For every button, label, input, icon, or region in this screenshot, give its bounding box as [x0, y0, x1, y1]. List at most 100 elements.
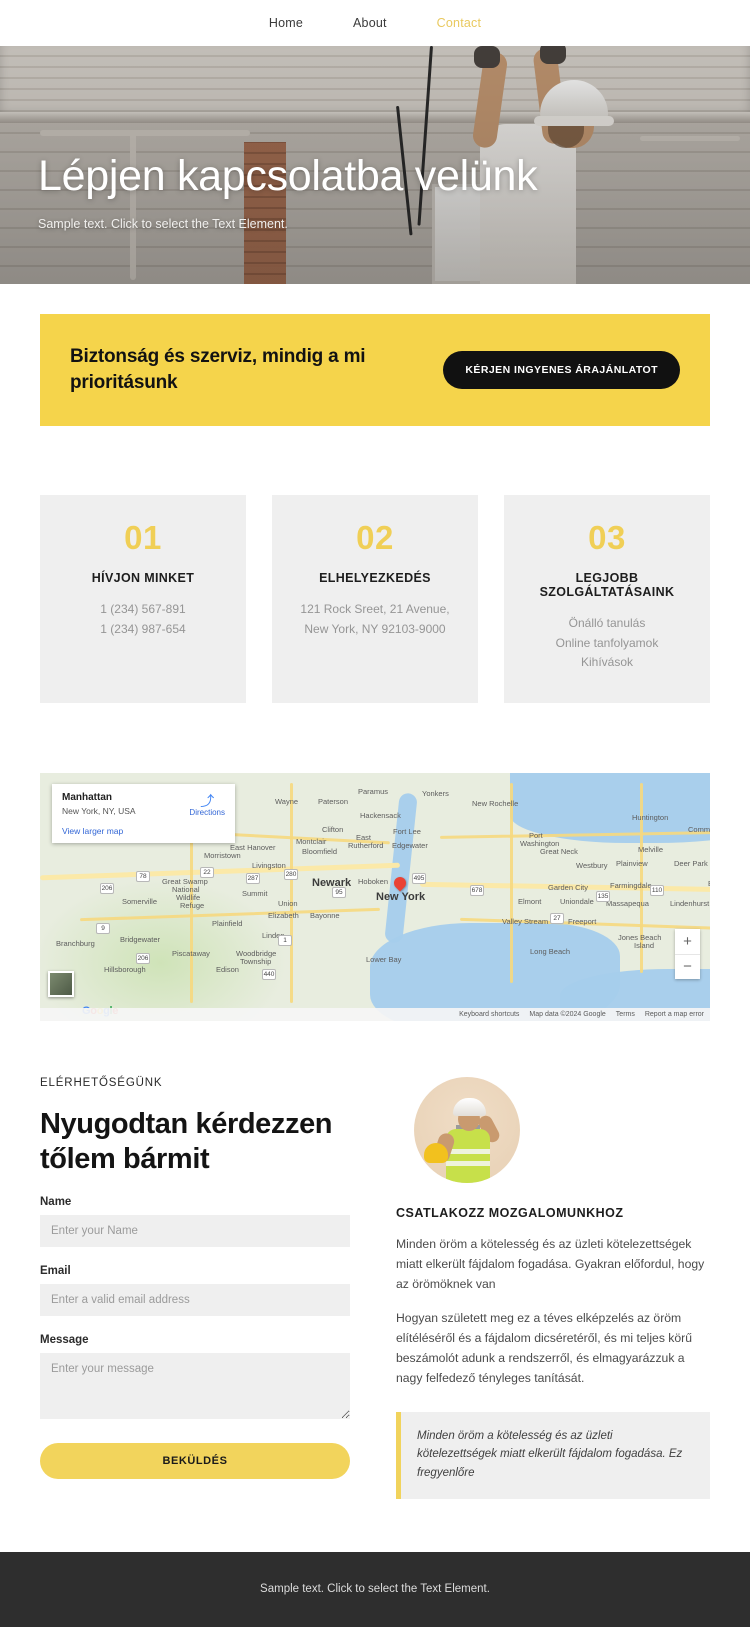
message-textarea[interactable]	[40, 1352, 350, 1419]
map-label: New Rochelle	[472, 798, 519, 808]
map-label: Fort Lee	[393, 826, 421, 836]
info-card-location: 02 ELHELYEZKEDÉS 121 Rock Sreet, 21 Aven…	[272, 495, 478, 703]
info-cards-row: 01 HÍVJON MINKET 1 (234) 567-891 1 (234)…	[0, 426, 750, 703]
card-title: LEGJOBB SZOLGÁLTATÁSAINK	[539, 571, 675, 600]
avatar-vest-stripe	[446, 1160, 490, 1166]
contact-eyebrow: ELÉRHETŐSÉGÜNK	[40, 1076, 163, 1089]
google-map[interactable]: Manhattan New York, NY, USA View larger …	[40, 772, 710, 1021]
map-zoom-in-button[interactable]: +	[675, 929, 700, 954]
request-free-quote-button[interactable]: KÉRJEN INGYENES ÁRAJÁNLATOT	[443, 351, 680, 390]
map-route-shield: 27	[550, 912, 564, 924]
map-label: Farmingdale	[610, 880, 652, 890]
map-label: Huntington	[632, 812, 669, 822]
map-zoom-controls: + −	[675, 928, 700, 979]
map-label: Paterson	[318, 796, 349, 806]
map-road	[510, 782, 513, 983]
card-number: 02	[356, 519, 394, 557]
page-footer: Sample text. Click to select the Text El…	[0, 1551, 750, 1627]
keyboard-shortcuts-link[interactable]: Keyboard shortcuts	[459, 1011, 519, 1018]
map-route-shield: 280	[284, 868, 298, 880]
map-route-shield: 206	[136, 952, 150, 964]
map-route-shield: 135	[596, 890, 610, 902]
map-label: Hoboken	[358, 876, 389, 886]
map-label: Yonkers	[422, 788, 449, 798]
card-title: ELHELYEZKEDÉS	[319, 571, 431, 586]
view-larger-map-link[interactable]: View larger map	[62, 826, 225, 836]
map-road	[290, 782, 293, 1003]
nav-item-about[interactable]: About	[353, 16, 387, 30]
map-label: Summit	[242, 888, 268, 898]
form-field-email: Email	[40, 1265, 350, 1316]
map-label: Lindenhurst	[670, 898, 710, 908]
cta-banner: Biztonság és szerviz, mindig a mi priori…	[40, 314, 710, 427]
map-label: Clifton	[322, 824, 344, 834]
map-footer-bar: Keyboard shortcuts Map data ©2024 Google…	[40, 1007, 710, 1021]
map-label: Commack	[688, 824, 710, 834]
name-input[interactable]	[40, 1214, 350, 1247]
report-map-error-link[interactable]: Report a map error	[645, 1011, 704, 1018]
map-label: Long Beach	[530, 946, 571, 956]
hero-content: Lépjen kapcsolatba velünk Sample text. C…	[38, 153, 710, 231]
paragraph-2: Hogyan született meg ez a téves elképzel…	[396, 1310, 693, 1385]
map-label: Uniondale	[560, 896, 594, 906]
nav-item-contact[interactable]: Contact	[437, 16, 481, 30]
contact-heading: Nyugodtan kérdezzen tőlem bármit	[40, 1107, 333, 1176]
map-label: Bridgewater	[120, 934, 161, 944]
map-route-shield: 95	[332, 886, 346, 898]
directions-arrow-icon: ⤴	[200, 792, 215, 809]
nav-item-home[interactable]: Home	[269, 16, 303, 30]
card-line: 1 (234) 987-654	[100, 621, 186, 636]
join-movement-heading: CSATLAKOZZ MOZGALOMUNKHOZ	[396, 1205, 624, 1220]
map-label: Montclair	[296, 836, 327, 846]
map-route-shield: 1	[278, 934, 292, 946]
submit-button[interactable]: BEKÜLDÉS	[40, 1442, 350, 1479]
terms-link[interactable]: Terms	[616, 1011, 635, 1018]
cta-title: Biztonság és szerviz, mindig a mi priori…	[70, 346, 366, 394]
map-street-view-thumbnail[interactable]	[48, 970, 74, 997]
map-label: Refuge	[180, 900, 205, 910]
card-lines: 1 (234) 567-891 1 (234) 987-654	[56, 600, 230, 639]
map-info-card: Manhattan New York, NY, USA View larger …	[52, 783, 235, 843]
map-label: Plainfield	[212, 918, 243, 928]
map-label: East Hanover	[230, 842, 276, 852]
map-label: Somerville	[122, 896, 158, 906]
map-label: Freeport	[568, 916, 597, 926]
map-wrapper: Manhattan New York, NY, USA View larger …	[0, 703, 750, 1021]
directions-button[interactable]: ⤴ Directions	[189, 794, 225, 817]
avatar	[414, 1076, 520, 1183]
map-label: Hackensack	[360, 810, 401, 820]
map-label: Morristown	[204, 850, 241, 860]
card-line: Kihívások	[580, 655, 634, 670]
card-line: 121 Rock Sreet, 21 Avenue,	[300, 602, 450, 617]
map-label: Township	[240, 956, 272, 966]
map-label: Melville	[638, 844, 664, 854]
avatar-yellow-hardhat-icon	[424, 1142, 448, 1163]
card-title: HÍVJON MINKET	[91, 571, 195, 586]
map-label: Bayonne	[310, 910, 340, 920]
map-label: Great Neck	[540, 846, 578, 856]
avatar-helmet-icon	[453, 1097, 486, 1116]
map-attribution: Map data ©2024 Google	[529, 1010, 606, 1018]
card-lines: 121 Rock Sreet, 21 Avenue, New York, NY …	[288, 600, 462, 639]
contact-form-column: ELÉRHETŐSÉGÜNK Nyugodtan kérdezzen tőlem…	[40, 1077, 350, 1499]
card-line: New York, NY 92103-9000	[304, 621, 446, 636]
map-label: Elizabeth	[268, 910, 299, 920]
avatar-vest-stripe	[446, 1148, 490, 1154]
map-label: Garden City	[548, 882, 589, 892]
email-input[interactable]	[40, 1283, 350, 1316]
map-label: Island	[634, 940, 655, 950]
map-label: Westbury	[576, 860, 608, 870]
map-label: Rutherford	[348, 840, 384, 850]
map-route-shield: 110	[650, 884, 664, 896]
email-label: Email	[40, 1264, 71, 1277]
card-number: 01	[124, 519, 162, 557]
hero-subtitle: Sample text. Click to select the Text El…	[38, 216, 288, 231]
info-card-best-services: 03 LEGJOBB SZOLGÁLTATÁSAINK Önálló tanul…	[504, 495, 710, 703]
paragraph-1: Minden öröm a kötelesség és az üzleti kö…	[396, 1236, 705, 1291]
hero-section: Lépjen kapcsolatba velünk Sample text. C…	[0, 46, 750, 284]
map-label: Hillsborough	[104, 964, 146, 974]
map-label: Valley Stream	[502, 916, 549, 926]
map-zoom-out-button[interactable]: −	[675, 953, 700, 979]
card-line: 1 (234) 567-891	[100, 602, 186, 617]
map-label: Plainview	[616, 858, 648, 868]
